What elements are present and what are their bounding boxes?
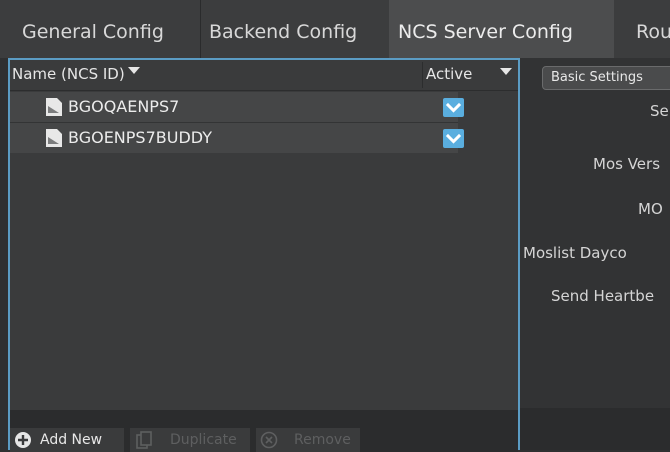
tab-backend-config[interactable]: Backend Config bbox=[201, 0, 389, 58]
copy-icon bbox=[136, 431, 152, 449]
checkbox-checked-icon bbox=[445, 133, 462, 144]
remove-label: Remove bbox=[294, 432, 351, 448]
mos-label: MO bbox=[638, 200, 663, 218]
add-new-button[interactable]: Add New bbox=[10, 428, 124, 452]
list-item[interactable]: BGOQAENPS7 bbox=[10, 92, 464, 123]
duplicate-button[interactable]: Duplicate bbox=[130, 428, 250, 452]
tab-ncs-server-config[interactable]: NCS Server Config bbox=[389, 0, 614, 58]
tab-label: Backend Config bbox=[209, 21, 358, 43]
column-header-active[interactable]: Active bbox=[426, 65, 472, 83]
list-item[interactable]: BGOENPS7BUDDY bbox=[10, 123, 464, 154]
active-checkbox[interactable] bbox=[443, 129, 464, 148]
list-item-name: BGOQAENPS7 bbox=[68, 97, 180, 116]
list-empty-area bbox=[10, 153, 518, 410]
file-icon bbox=[46, 129, 62, 147]
moslist-daycount-label: Moslist Dayco bbox=[523, 244, 627, 262]
ncs-server-list-panel: Name (NCS ID) Active BGOQAENPS7 BGOENPS7… bbox=[8, 58, 520, 452]
settings-panel: Basic Settings Serve Mos Vers MO Moslist… bbox=[520, 58, 670, 450]
tab-basic-settings-label: Basic Settings bbox=[551, 70, 643, 85]
tab-general-config[interactable]: General Config bbox=[0, 0, 200, 58]
mos-version-label: Mos Vers bbox=[593, 155, 661, 173]
tab-label: NCS Server Config bbox=[398, 21, 573, 43]
file-icon bbox=[46, 98, 62, 116]
tab-label: Rou bbox=[636, 21, 670, 43]
remove-button[interactable]: Remove bbox=[256, 428, 360, 452]
tab-label: General Config bbox=[22, 21, 164, 43]
list-item-name: BGOENPS7BUDDY bbox=[68, 128, 212, 147]
add-new-label: Add New bbox=[40, 432, 103, 448]
column-header-name-label: Name (NCS ID) bbox=[12, 65, 125, 83]
column-header-active-label: Active bbox=[426, 65, 473, 83]
column-header-name[interactable]: Name (NCS ID) bbox=[12, 65, 140, 83]
column-divider bbox=[422, 62, 423, 88]
tab-basic-settings[interactable]: Basic Settings bbox=[542, 66, 670, 90]
sort-arrow-icon bbox=[127, 67, 140, 74]
list-action-bar: Add New Duplicate Remove bbox=[10, 410, 518, 452]
duplicate-label: Duplicate bbox=[170, 432, 237, 448]
send-heartbeat-label: Send Heartbe bbox=[551, 287, 655, 305]
plus-circle-icon bbox=[15, 432, 31, 448]
x-circle-icon bbox=[260, 431, 278, 449]
tab-routing[interactable]: Rou bbox=[614, 0, 670, 58]
checkbox-checked-icon bbox=[445, 102, 462, 113]
server-label: Serve bbox=[650, 102, 670, 120]
tab-bar: General Config Backend Config NCS Server… bbox=[0, 0, 670, 58]
settings-action-bar bbox=[520, 408, 670, 450]
column-menu-icon[interactable] bbox=[500, 68, 512, 75]
list-header: Name (NCS ID) Active bbox=[10, 60, 518, 91]
active-checkbox[interactable] bbox=[443, 98, 464, 117]
